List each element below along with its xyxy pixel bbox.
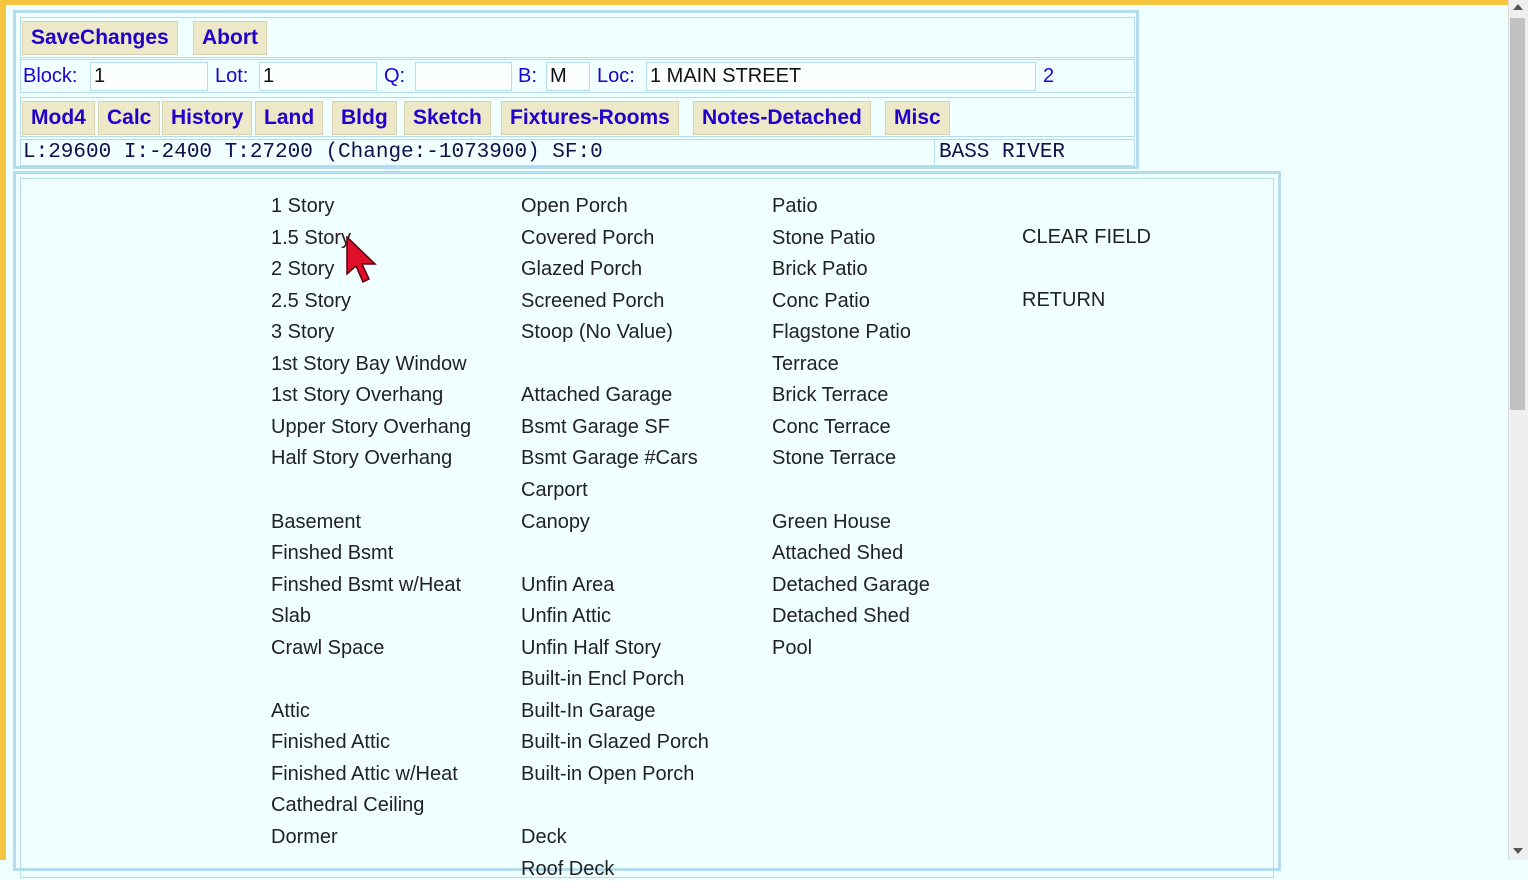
scroll-up-arrow-icon[interactable] xyxy=(1513,4,1523,10)
sketch-label-option[interactable]: Patio xyxy=(772,194,818,218)
sketch-label-option[interactable]: Attached Garage xyxy=(521,383,672,407)
owner-box: BASS RIVER xyxy=(934,140,1136,165)
sketch-label-option[interactable]: Unfin Attic xyxy=(521,604,611,628)
sketch-label-option[interactable]: Detached Shed xyxy=(772,604,910,628)
location-label: Loc: xyxy=(597,65,635,87)
tab-mod4[interactable]: Mod4 xyxy=(22,101,95,135)
sketch-label-option[interactable]: 1.5 Story xyxy=(271,226,351,250)
block-label: Block: xyxy=(23,65,78,87)
window-frame-top xyxy=(0,0,1528,5)
action-bar: SaveChanges Abort xyxy=(20,17,1135,58)
sketch-label-option[interactable]: Basement xyxy=(271,510,361,534)
abort-button[interactable]: Abort xyxy=(193,21,267,55)
sketch-label-option[interactable]: Unfin Half Story xyxy=(521,636,661,660)
sketch-label-option[interactable]: Green House xyxy=(772,510,891,534)
tab-sketch[interactable]: Sketch xyxy=(404,101,491,135)
building-input[interactable]: M xyxy=(546,62,590,91)
sketch-label-option[interactable]: Finished Attic w/Heat xyxy=(271,762,458,786)
sketch-label-option[interactable]: Pool xyxy=(772,636,812,660)
sketch-label-option[interactable]: Bsmt Garage #Cars xyxy=(521,446,698,470)
sketch-label-panel: 1 Story 1.5 Story 2 Story 2.5 Story 3 Story 1… xyxy=(13,171,1281,880)
sketch-label-option[interactable]: Screened Porch xyxy=(521,289,664,313)
sketch-label-option[interactable]: Terrace xyxy=(772,352,839,376)
sketch-label-option[interactable]: Built-in Encl Porch xyxy=(521,667,684,691)
sketch-label-option[interactable]: 1st Story Bay Window xyxy=(271,352,467,376)
tab-notes-detached[interactable]: Notes-Detached xyxy=(693,101,871,135)
sketch-label-option[interactable]: Conc Terrace xyxy=(772,415,891,439)
block-input[interactable]: 1 xyxy=(90,62,208,91)
tab-misc[interactable]: Misc xyxy=(885,101,950,135)
sketch-label-option[interactable]: Built-In Garage xyxy=(521,699,656,723)
sketch-label-option[interactable]: Attached Shed xyxy=(772,541,903,565)
sketch-label-option[interactable]: Finshed Bsmt w/Heat xyxy=(271,573,461,597)
sketch-label-option[interactable]: Attic xyxy=(271,699,310,723)
tab-calc[interactable]: Calc xyxy=(98,101,161,135)
sketch-label-option[interactable]: Finshed Bsmt xyxy=(271,541,393,565)
clear-field-option[interactable]: CLEAR FIELD xyxy=(1022,225,1151,249)
header-panel: SaveChanges Abort Block: 1 Lot: 1 Q: B: … xyxy=(13,10,1139,169)
tab-bldg[interactable]: Bldg xyxy=(332,101,397,135)
sketch-label-option[interactable]: Open Porch xyxy=(521,194,628,218)
valuation-summary: L:29600 I:-2400 T:27200 (Change:-1073900… xyxy=(23,141,603,164)
sketch-label-option[interactable]: Brick Terrace xyxy=(772,383,888,407)
sketch-label-option[interactable]: 2.5 Story xyxy=(271,289,351,313)
save-changes-button[interactable]: SaveChanges xyxy=(22,21,178,55)
parcel-id-bar: Block: 1 Lot: 1 Q: B: M Loc: 1 MAIN STRE… xyxy=(20,59,1135,93)
sketch-label-option[interactable]: Slab xyxy=(271,604,311,628)
qualifier-input[interactable] xyxy=(415,62,512,91)
card-number: 2 xyxy=(1043,65,1055,87)
lot-label: Lot: xyxy=(215,65,249,87)
sketch-label-option[interactable]: 1 Story xyxy=(271,194,334,218)
tab-history[interactable]: History xyxy=(162,101,253,135)
sketch-label-option[interactable]: Roof Deck xyxy=(521,857,614,881)
sketch-label-option[interactable]: Dormer xyxy=(271,825,338,849)
sketch-label-option[interactable]: Stone Terrace xyxy=(772,446,896,470)
sketch-label-option[interactable]: Built-in Open Porch xyxy=(521,762,694,786)
mouse-pointer-icon xyxy=(346,236,377,284)
tab-bar: Mod4 Calc History Land Bldg Sketch Fixtu… xyxy=(20,97,1135,137)
scroll-down-arrow-icon[interactable] xyxy=(1513,848,1523,854)
sketch-label-option[interactable]: 1st Story Overhang xyxy=(271,383,443,407)
location-input[interactable]: 1 MAIN STREET xyxy=(646,62,1036,91)
tab-fixtures-rooms[interactable]: Fixtures-Rooms xyxy=(501,101,679,135)
building-label: B: xyxy=(518,65,537,87)
scrollbar-thumb[interactable] xyxy=(1510,18,1525,410)
sketch-label-option[interactable]: Deck xyxy=(521,825,567,849)
sketch-label-option[interactable]: Unfin Area xyxy=(521,573,614,597)
lot-input[interactable]: 1 xyxy=(259,62,377,91)
sketch-label-option[interactable]: 3 Story xyxy=(271,320,334,344)
window-frame-left xyxy=(0,0,6,860)
sketch-label-option[interactable]: Cathedral Ceiling xyxy=(271,793,424,817)
sketch-label-option[interactable]: Stoop (No Value) xyxy=(521,320,673,344)
sketch-label-option[interactable]: Half Story Overhang xyxy=(271,446,452,470)
sketch-label-option[interactable]: Stone Patio xyxy=(772,226,875,250)
sketch-label-option[interactable]: Glazed Porch xyxy=(521,257,642,281)
sketch-label-option[interactable]: Brick Patio xyxy=(772,257,868,281)
sketch-label-option[interactable]: Flagstone Patio xyxy=(772,320,911,344)
summary-bar: L:29600 I:-2400 T:27200 (Change:-1073900… xyxy=(20,139,1135,166)
tab-land[interactable]: Land xyxy=(255,101,324,135)
sketch-label-option[interactable]: Conc Patio xyxy=(772,289,870,313)
sketch-label-option[interactable]: Upper Story Overhang xyxy=(271,415,471,439)
sketch-label-option[interactable]: Carport xyxy=(521,478,588,502)
sketch-label-option[interactable]: Canopy xyxy=(521,510,590,534)
sketch-label-option[interactable]: Crawl Space xyxy=(271,636,384,660)
sketch-label-option[interactable]: Detached Garage xyxy=(772,573,930,597)
return-option[interactable]: RETURN xyxy=(1022,288,1105,312)
sketch-label-option[interactable]: 2 Story xyxy=(271,257,334,281)
sketch-label-option[interactable]: Bsmt Garage SF xyxy=(521,415,670,439)
qualifier-label: Q: xyxy=(384,65,406,87)
sketch-label-option[interactable]: Covered Porch xyxy=(521,226,654,250)
sketch-label-option[interactable]: Finished Attic xyxy=(271,730,390,754)
sketch-label-option[interactable]: Built-in Glazed Porch xyxy=(521,730,709,754)
owner-name: BASS RIVER xyxy=(939,141,1066,164)
sketch-label-list: 1 Story 1.5 Story 2 Story 2.5 Story 3 Story 1… xyxy=(20,178,1274,881)
